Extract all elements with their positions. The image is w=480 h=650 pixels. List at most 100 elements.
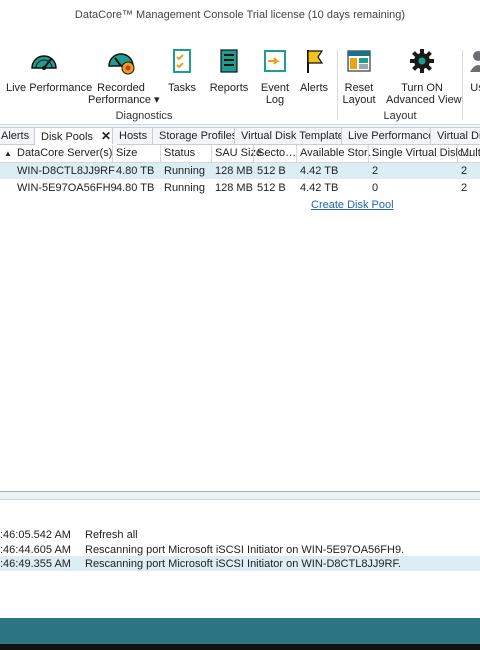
grid-cell: Running [164,182,205,194]
column-header[interactable]: SAU Size [215,147,262,159]
recorded-performance-icon [108,53,135,75]
log-time: :46:05.542 AM [0,529,71,541]
create-disk-pool-link[interactable]: Create Disk Pool [311,199,394,211]
grid-cell: 4.42 TB [300,165,339,177]
grid-header: ▲ DataCore Server(s) Size Status SAU Siz… [0,145,480,163]
grid-cell: 128 MB [215,165,253,177]
tab-label: Virtual Disk [437,130,480,142]
tab-live-performance[interactable]: Live Performance [341,127,442,144]
column-header[interactable]: DataCore Server(s) [17,147,112,159]
grid-cell: 2 [461,165,468,177]
column-divider [253,145,254,162]
grid-cell: WIN-D8CTL8JJ9RF [17,165,115,177]
reset-layout-button[interactable]: Reset Layout [341,46,377,106]
column-header[interactable]: Secto… [257,147,296,159]
reports-icon [220,49,238,73]
tab-disk-pools[interactable]: Disk Pools ✕ [34,127,119,145]
tab-label: Hosts [119,130,148,142]
users-label: Us [470,82,480,94]
turn-on-label: Turn ON [401,82,443,94]
log-row[interactable]: :46:05.542 AM Refresh all [0,527,480,542]
tasks-button[interactable]: Tasks [164,46,200,94]
reset-layout-icon [347,50,371,72]
event-label: Event [260,82,290,94]
taskbar-edge [0,644,480,650]
disk-pools-grid: ▲ DataCore Server(s) Size Status SAU Siz… [0,145,480,490]
title-bar: DataCore™ Management Console Trial licen… [0,0,480,32]
tab-label: Storage Profiles [159,130,238,142]
grid-cell: 512 B [257,165,286,177]
log-row[interactable]: :46:44.605 AM Rescanning port Microsoft … [0,542,480,557]
grid-cell: 2 [372,165,379,177]
tab-alerts[interactable]: Alerts [0,127,37,144]
users-icon [470,51,480,72]
tab-virtual-disk[interactable]: Virtual Disk [430,127,480,144]
tab-strip: Alerts Disk Pools ✕ Hosts Storage Profile… [0,125,480,145]
layout-label: Layout [342,94,376,106]
grid-cell: 2 [461,182,468,194]
event-log-icon [264,50,286,72]
alerts-button[interactable]: Alerts [298,46,330,94]
column-divider [296,145,297,162]
tasks-icon [173,49,191,73]
grid-cell: 4.80 TB [116,165,155,177]
table-row[interactable]: WIN-D8CTL8JJ9RF 4.80 TB Running 128 MB 5… [0,163,480,179]
column-header[interactable]: Size [116,147,137,159]
column-header[interactable]: Status [164,147,195,159]
column-header[interactable]: Available Stor… [300,147,379,159]
status-bar [0,618,480,644]
users-button[interactable]: Us [466,46,480,94]
recorded-label: Recorded [97,82,145,94]
tasks-label: Tasks [167,82,197,94]
advanced-view-label: Advanced View [386,94,462,106]
layout-group-label: Layout [383,110,417,122]
log-message: Rescanning port Microsoft iSCSI Initiato… [85,558,402,570]
log-time: :46:49.355 AM [0,558,71,570]
log-pane: :46:05.542 AM Refresh all :46:44.605 AM … [0,491,480,619]
table-row[interactable]: WIN-5E97OA56FH9 4.80 TB Running 128 MB 5… [0,180,480,196]
tab-label: Disk Pools [41,131,93,143]
window-title: DataCore™ Management Console Trial licen… [74,9,406,21]
tab-label: Alerts [1,130,30,142]
reports-label: Reports [209,82,249,94]
column-divider [160,145,161,162]
reports-button[interactable]: Reports [209,46,249,94]
grid-cell: WIN-5E97OA56FH9 [17,182,117,194]
recorded-label-2: Performance ▾ [88,94,160,106]
column-divider [211,145,212,162]
alerts-flag-icon [307,50,324,73]
column-header[interactable]: Multi [460,147,480,159]
close-icon[interactable]: ✕ [101,129,111,143]
alerts-label: Alerts [299,82,329,94]
log-time: :46:44.605 AM [0,544,71,556]
dashboard-icon [31,55,57,70]
grid-cell: 512 B [257,182,286,194]
tab-label: Virtual Disk Templates [241,130,350,142]
ribbon: Live Performance Recorded Performance ▾ … [0,32,480,125]
tab-virtual-disk-templates[interactable]: Virtual Disk Templates [234,127,357,144]
column-divider [112,145,113,162]
log-row[interactable]: :46:49.355 AM Rescanning port Microsoft … [0,556,480,571]
event-log-button[interactable]: Event Log [258,46,292,106]
live-performance-button[interactable]: Live Performance [6,46,93,94]
diagnostics-group-label: Diagnostics [115,110,173,122]
reset-label: Reset [344,82,374,94]
log-message: Refresh all [85,529,138,541]
advanced-view-button[interactable]: Turn ON Advanced View [386,46,462,106]
log-message: Rescanning port Microsoft iSCSI Initiato… [85,544,405,556]
ribbon-separator [462,50,463,120]
grid-cell: Running [164,165,205,177]
sort-ascending-icon[interactable]: ▲ [4,149,12,158]
column-divider [457,145,458,162]
tab-hosts[interactable]: Hosts [112,127,155,144]
column-divider [368,145,369,162]
log-pane-header [0,492,480,500]
tab-label: Live Performance [348,130,435,142]
live-performance-label: Live Performance [6,82,93,94]
recorded-performance-button[interactable]: Recorded Performance ▾ [88,46,160,106]
grid-cell: 4.80 TB [116,182,155,194]
event-log-label-2: Log [265,94,285,106]
gear-icon [410,49,434,73]
grid-cell: 0 [372,182,379,194]
tab-storage-profiles[interactable]: Storage Profiles [152,127,245,144]
